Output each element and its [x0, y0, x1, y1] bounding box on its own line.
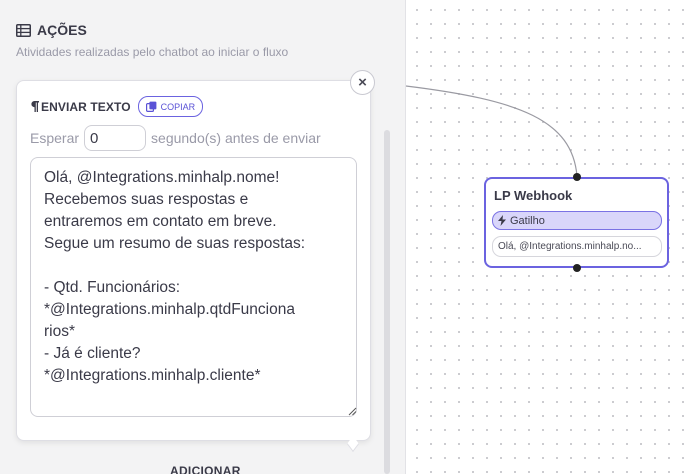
card-title-text: ENVIAR TEXTO	[41, 99, 131, 114]
panel-scrollbar[interactable]	[384, 130, 390, 474]
send-text-card: ENVIAR TEXTO COPIAR Esperar segundo(s) a…	[16, 80, 371, 453]
pilcrow-icon	[31, 101, 39, 112]
message-textarea[interactable]: Olá, @Integrations.minhalp.nome! Recebem…	[30, 157, 357, 417]
wait-prefix: Esperar	[30, 130, 80, 146]
node-input-handle[interactable]	[573, 173, 581, 181]
app-root: LP Webhook Gatilho Olá, @Integrations.mi…	[0, 0, 689, 474]
copy-button[interactable]: COPIAR	[137, 96, 204, 117]
add-action-button[interactable]: ADICIONAR	[170, 464, 241, 474]
copy-button-label: COPIAR	[160, 101, 196, 112]
close-card-button[interactable]: ×	[350, 70, 375, 95]
node-message-preview[interactable]: Olá, @Integrations.minhalp.no...	[492, 236, 662, 257]
panel-title-text: AÇÕES	[37, 22, 87, 38]
card-header: ENVIAR TEXTO COPIAR	[31, 96, 204, 117]
close-icon: ×	[358, 74, 367, 91]
wait-suffix: segundo(s) antes de enviar	[151, 130, 321, 146]
resize-handle-icon[interactable]	[347, 406, 357, 416]
lp-webhook-node[interactable]: LP Webhook Gatilho Olá, @Integrations.mi…	[484, 177, 669, 268]
actions-panel: AÇÕES Atividades realizadas pelo chatbot…	[0, 0, 406, 474]
node-trigger-label: Gatilho	[510, 214, 545, 227]
node-trigger-badge[interactable]: Gatilho	[492, 211, 662, 230]
lightning-icon	[498, 215, 506, 226]
copy-icon	[145, 101, 157, 112]
card-tail	[346, 435, 360, 453]
card-title: ENVIAR TEXTO	[31, 100, 131, 114]
node-title: LP Webhook	[494, 188, 573, 203]
wait-seconds-input[interactable]	[84, 125, 147, 151]
panel-title: AÇÕES	[16, 22, 87, 38]
table-list-icon	[16, 23, 31, 37]
wait-row: Esperar segundo(s) antes de enviar	[30, 125, 321, 151]
panel-subtitle: Atividades realizadas pelo chatbot ao in…	[16, 45, 289, 59]
node-output-handle[interactable]	[573, 264, 581, 272]
